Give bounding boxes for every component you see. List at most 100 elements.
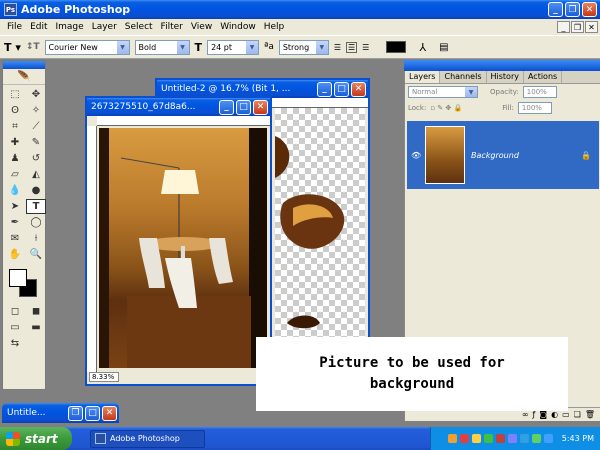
type-tool-icon[interactable]: T ▾ — [4, 41, 21, 54]
app-title-bar[interactable]: Ps Adobe Photoshop _ ❐ ✕ — [0, 0, 600, 19]
transparent-canvas[interactable] — [275, 108, 365, 370]
tab-channels[interactable]: Channels — [440, 71, 487, 83]
layer-style-icon[interactable]: ƒ — [533, 410, 536, 419]
orientation-toggle-icon[interactable]: ↕T — [26, 42, 40, 52]
align-left-icon[interactable]: ☰ — [334, 43, 341, 52]
screen-mode-full-icon[interactable]: ▬ — [26, 320, 46, 335]
doc-minimize-button[interactable]: _ — [557, 21, 570, 33]
close-button[interactable]: ✕ — [351, 81, 366, 97]
color-swatches[interactable] — [6, 267, 42, 299]
room-photo[interactable] — [99, 128, 267, 368]
new-layer-icon[interactable]: ❏ — [574, 410, 581, 419]
tray-icon[interactable] — [471, 434, 481, 443]
warp-text-icon[interactable]: ⅄ — [419, 41, 426, 54]
move-tool-icon[interactable]: ✥ — [26, 87, 46, 102]
paint-bucket-icon[interactable]: ◭ — [26, 167, 46, 182]
maximize-button[interactable]: □ — [236, 99, 251, 115]
notes-tool-icon[interactable]: ✉ — [5, 231, 25, 246]
tray-icon[interactable] — [483, 434, 493, 443]
brush-tool-icon[interactable]: ✎ — [26, 135, 46, 150]
close-button[interactable]: ✕ — [253, 99, 268, 115]
layer-row-background[interactable]: 👁 Background 🔒 — [407, 121, 599, 189]
pen-tool-icon[interactable]: ✒ — [5, 215, 25, 230]
doc-restore-button[interactable]: ❐ — [571, 21, 584, 33]
tray-icon[interactable] — [531, 434, 541, 443]
tray-icon[interactable] — [447, 434, 457, 443]
tray-icon[interactable] — [507, 434, 517, 443]
screen-mode-standard-icon[interactable]: ▭ — [5, 320, 25, 335]
clone-stamp-icon[interactable]: ♟ — [5, 151, 25, 166]
minimize-button[interactable]: _ — [219, 99, 234, 115]
eyedropper-icon[interactable]: ⟊ — [26, 231, 46, 246]
menu-file[interactable]: File — [3, 22, 26, 32]
minimize-button[interactable]: _ — [548, 2, 563, 17]
toolbox-title-bar[interactable] — [3, 61, 45, 69]
start-button[interactable]: start — [0, 427, 72, 450]
close-button[interactable]: ✕ — [582, 2, 597, 17]
layer-mask-icon[interactable]: ◙ — [539, 410, 547, 419]
type-tool-icon[interactable]: T — [26, 199, 46, 214]
photo-document-window[interactable]: 2673275510_67d8a6... _ □ ✕ 8.33% — [85, 96, 272, 386]
maximize-button[interactable]: □ — [85, 405, 100, 421]
text-color-swatch[interactable] — [386, 41, 407, 53]
quick-mask-icon[interactable]: ◼ — [26, 304, 46, 319]
new-group-icon[interactable]: ▭ — [562, 410, 570, 419]
photo-title-bar[interactable]: 2673275510_67d8a6... _ □ ✕ — [87, 98, 270, 116]
align-center-icon[interactable]: ☰ — [346, 41, 358, 53]
slice-tool-icon[interactable]: ⟋ — [26, 119, 46, 134]
taskbar-item-photoshop[interactable]: Adobe Photoshop — [90, 429, 205, 448]
tray-icon[interactable] — [459, 434, 469, 443]
menu-help[interactable]: Help — [260, 22, 289, 32]
font-family-select[interactable]: Courier New ▼ — [44, 39, 130, 55]
menu-filter[interactable]: Filter — [157, 22, 187, 32]
blur-tool-icon[interactable]: 💧 — [5, 183, 25, 198]
fill-field[interactable]: 100% — [517, 102, 552, 114]
zoom-tool-icon[interactable]: 🔍 — [26, 247, 46, 262]
menu-view[interactable]: View — [187, 22, 216, 32]
tab-actions[interactable]: Actions — [524, 71, 563, 83]
anti-alias-select[interactable]: Strong ▼ — [278, 39, 329, 55]
clock[interactable]: 5:43 PM — [562, 434, 594, 443]
tray-icon[interactable] — [495, 434, 505, 443]
magic-wand-icon[interactable]: ✧ — [26, 103, 46, 118]
close-button[interactable]: ✕ — [102, 405, 117, 421]
delete-layer-icon[interactable]: 🗑 — [585, 410, 595, 419]
eraser-tool-icon[interactable]: ▱ — [5, 167, 25, 182]
tab-layers[interactable]: Layers — [405, 71, 441, 83]
crop-tool-icon[interactable]: ⌗ — [5, 119, 25, 134]
menu-image[interactable]: Image — [52, 22, 88, 32]
lock-icons[interactable]: ▫ ✎ ✥ 🔒 — [430, 104, 462, 112]
restore-button[interactable]: ❐ — [565, 2, 580, 17]
link-layers-icon[interactable]: ∞ — [522, 410, 529, 419]
opacity-field[interactable]: 100% — [522, 86, 557, 98]
shape-tool-icon[interactable]: ◯ — [26, 215, 46, 230]
hand-tool-icon[interactable]: ✋ — [5, 247, 25, 262]
visibility-eye-icon[interactable]: 👁 — [411, 151, 421, 160]
blend-mode-select[interactable]: Normal ▼ — [408, 86, 478, 98]
dodge-tool-icon[interactable]: ● — [26, 183, 46, 198]
adjustment-layer-icon[interactable]: ◐ — [551, 410, 558, 419]
tray-icon[interactable] — [519, 434, 529, 443]
history-brush-icon[interactable]: ↺ — [26, 151, 46, 166]
font-size-select[interactable]: 24 pt ▼ — [207, 39, 260, 55]
align-right-icon[interactable]: ☰ — [362, 43, 369, 52]
palette-title-bar[interactable] — [404, 60, 600, 71]
doc-close-button[interactable]: ✕ — [585, 21, 598, 33]
foreground-color-swatch[interactable] — [9, 269, 27, 287]
menu-select[interactable]: Select — [121, 22, 157, 32]
font-style-select[interactable]: Bold ▼ — [134, 39, 190, 55]
restore-button[interactable]: ❐ — [68, 405, 83, 421]
lasso-tool-icon[interactable]: ʘ — [5, 103, 25, 118]
marquee-tool-icon[interactable]: ⬚ — [5, 87, 25, 102]
jump-to-imageready-icon[interactable]: ⇆ — [5, 336, 25, 351]
tab-history[interactable]: History — [487, 71, 524, 83]
zoom-level-field[interactable]: 8.33% — [89, 372, 119, 382]
menu-layer[interactable]: Layer — [88, 22, 121, 32]
tray-icon[interactable] — [543, 434, 553, 443]
healing-brush-icon[interactable]: ✚ — [5, 135, 25, 150]
maximize-button[interactable]: □ — [334, 81, 349, 97]
minimized-window[interactable]: Untitle... ❐ □ ✕ — [2, 403, 119, 423]
palettes-toggle-icon[interactable]: ▤ — [439, 42, 448, 53]
standard-mode-icon[interactable]: ◻ — [5, 304, 25, 319]
path-select-icon[interactable]: ➤ — [5, 199, 25, 214]
